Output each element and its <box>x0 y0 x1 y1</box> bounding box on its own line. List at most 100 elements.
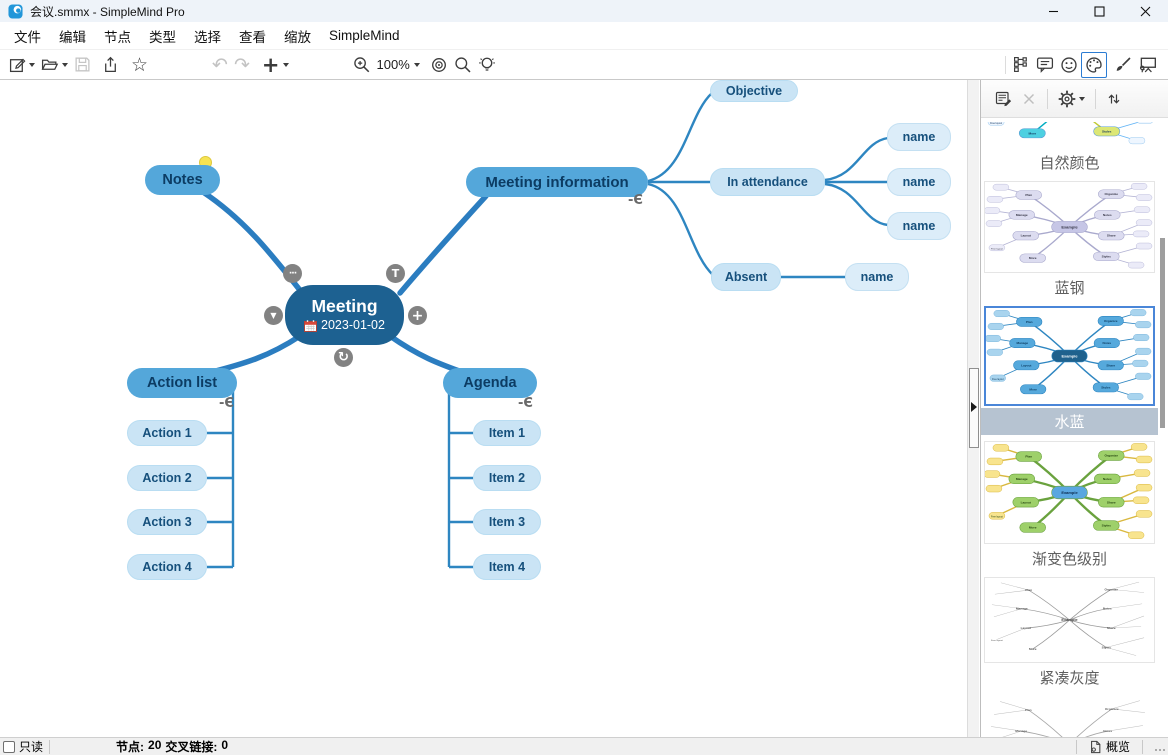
node-collapse-button[interactable]: ▼ <box>264 306 283 325</box>
svg-text:Styles: Styles <box>1102 524 1112 528</box>
delete-style-button[interactable] <box>1017 86 1041 112</box>
format-painter-button[interactable] <box>1111 52 1135 78</box>
overview-button[interactable]: 概览 <box>1083 738 1136 755</box>
redo-button[interactable]: ↷ <box>231 52 253 78</box>
node-action-4[interactable]: Action 4 <box>127 554 207 580</box>
maximize-button[interactable] <box>1076 0 1122 22</box>
collapse-marker-agenda[interactable]: -Є <box>518 396 533 411</box>
reorder-styles-button[interactable] <box>1102 86 1126 112</box>
central-node-date: 2023-01-02 <box>304 318 385 334</box>
statusbar-separator <box>49 740 50 754</box>
node-action-3[interactable]: Action 3 <box>127 509 207 535</box>
node-item-1[interactable]: Item 1 <box>473 420 541 446</box>
notes-panel-button[interactable] <box>1033 52 1057 78</box>
save-button[interactable] <box>71 52 94 78</box>
minimize-button[interactable] <box>1030 0 1076 22</box>
menu-file[interactable]: 文件 <box>5 22 50 50</box>
menu-simplemind[interactable]: SimpleMind <box>320 24 409 47</box>
collapse-marker-meeting-information[interactable]: -Є <box>628 193 643 208</box>
node-in-attendance[interactable]: In attendance <box>710 168 825 196</box>
menu-type[interactable]: 类型 <box>140 22 185 50</box>
emoji-panel-button[interactable] <box>1057 52 1081 78</box>
node-notes[interactable]: Notes <box>145 165 220 195</box>
svg-text:Notes: Notes <box>1103 729 1112 733</box>
style-panel: PlanManageLayoutMoreOrganizeNotesShareSt… <box>980 80 1168 737</box>
add-node-button[interactable]: + <box>259 52 292 78</box>
theme-preview: PlanManageLayoutMoreOrganizeNotesShareSt… <box>984 696 1155 737</box>
new-document-button[interactable] <box>6 52 38 78</box>
node-item-2[interactable]: Item 2 <box>473 465 541 491</box>
open-button[interactable] <box>38 52 71 78</box>
node-meeting-information[interactable]: Meeting information <box>466 167 648 197</box>
chevron-down-icon <box>62 63 68 67</box>
theme-list[interactable]: PlanManageLayoutMoreOrganizeNotesShareSt… <box>981 118 1158 737</box>
panel-scrollbar-thumb[interactable] <box>1160 238 1165 428</box>
tips-button[interactable] <box>475 52 499 78</box>
theme-item-natural-colors[interactable]: PlanManageLayoutMoreOrganizeNotesShareSt… <box>984 122 1155 175</box>
menu-view[interactable]: 查看 <box>230 22 275 50</box>
node-action-1[interactable]: Action 1 <box>127 420 207 446</box>
style-panel-button-active[interactable] <box>1081 52 1107 78</box>
style-settings-button[interactable] <box>1054 86 1089 112</box>
menu-zoom[interactable]: 缩放 <box>275 22 320 50</box>
svg-text:Organize: Organize <box>1105 707 1119 711</box>
outline-button[interactable] <box>1010 52 1033 78</box>
node-text-button[interactable]: T <box>386 264 405 283</box>
edit-style-button[interactable] <box>991 86 1017 112</box>
theme-preview: PlanManageLayoutMoreOrganizeNotesShareSt… <box>984 122 1155 148</box>
zoom-in-button[interactable] <box>350 52 374 78</box>
panel-separator <box>1047 89 1048 109</box>
mindmap-canvas[interactable]: Notes Meeting information Objective In a… <box>0 80 967 737</box>
favorite-button[interactable]: ☆ <box>128 52 151 78</box>
theme-item-blue-steel[interactable]: PlanManageLayoutMoreOrganizeNotesShareSt… <box>984 181 1155 300</box>
node-more-button[interactable]: ··· <box>283 264 302 283</box>
node-meeting-central[interactable]: Meeting 2023-01-02 <box>285 285 404 345</box>
presentation-button[interactable] <box>1135 52 1160 78</box>
theme-item-partial[interactable]: PlanManageLayoutMoreOrganizeNotesShareSt… <box>984 696 1155 737</box>
undo-button[interactable]: ↶ <box>209 52 231 78</box>
star-icon: ☆ <box>131 54 148 76</box>
node-absentee-name[interactable]: name <box>845 263 909 291</box>
share-button[interactable] <box>99 52 122 78</box>
node-action-2[interactable]: Action 2 <box>127 465 207 491</box>
central-node-title: Meeting <box>311 296 377 318</box>
svg-text:Organize: Organize <box>1104 319 1118 323</box>
compose-icon <box>9 56 26 73</box>
collapse-marker-action-list[interactable]: -Є <box>219 396 234 411</box>
node-attendee-name-2[interactable]: name <box>887 168 951 196</box>
canvas-scrollbar[interactable] <box>967 80 979 737</box>
panel-collapse-arrow-icon[interactable] <box>971 402 977 412</box>
node-item-4[interactable]: Item 4 <box>473 554 541 580</box>
calendar-icon <box>304 320 317 332</box>
theme-item-aqua-selected[interactable]: PlanManageLayoutMoreOrganizeNotesShareSt… <box>981 306 1158 435</box>
svg-text:Share: Share <box>1107 234 1116 238</box>
node-agenda[interactable]: Agenda <box>443 368 537 398</box>
node-history-button[interactable]: ↻ <box>334 348 353 367</box>
menu-node[interactable]: 节点 <box>95 22 140 50</box>
lightbulb-icon <box>478 56 496 74</box>
date-value: 2023-01-02 <box>321 318 385 334</box>
center-map-button[interactable] <box>427 52 451 78</box>
resize-grip[interactable] <box>1155 749 1165 751</box>
overview-label: 概览 <box>1106 738 1130 755</box>
node-attendee-name-3[interactable]: name <box>887 212 951 240</box>
theme-item-compact-gray[interactable]: PlanManageLayoutMoreOrganizeNotesShareSt… <box>984 577 1155 690</box>
theme-item-gradient-levels[interactable]: PlanManageLayoutMoreOrganizeNotesShareSt… <box>984 441 1155 571</box>
chevron-down-icon <box>283 63 289 67</box>
menu-edit[interactable]: 编辑 <box>50 22 95 50</box>
panel-separator <box>1095 89 1096 109</box>
svg-text:More: More <box>1028 131 1036 135</box>
node-add-child-button[interactable]: + <box>408 306 427 325</box>
search-button[interactable] <box>451 52 475 78</box>
node-absent[interactable]: Absent <box>711 263 781 291</box>
node-action-list[interactable]: Action list <box>127 368 237 398</box>
panel-scrollbar[interactable] <box>1158 118 1166 737</box>
menu-select[interactable]: 选择 <box>185 22 230 50</box>
palette-icon <box>1085 56 1103 74</box>
node-attendee-name-1[interactable]: name <box>887 123 951 151</box>
node-objective[interactable]: Objective <box>710 80 798 102</box>
node-item-3[interactable]: Item 3 <box>473 509 541 535</box>
readonly-checkbox[interactable] <box>3 741 15 753</box>
zoom-level[interactable]: 100% <box>377 57 410 72</box>
close-button[interactable] <box>1122 0 1168 22</box>
